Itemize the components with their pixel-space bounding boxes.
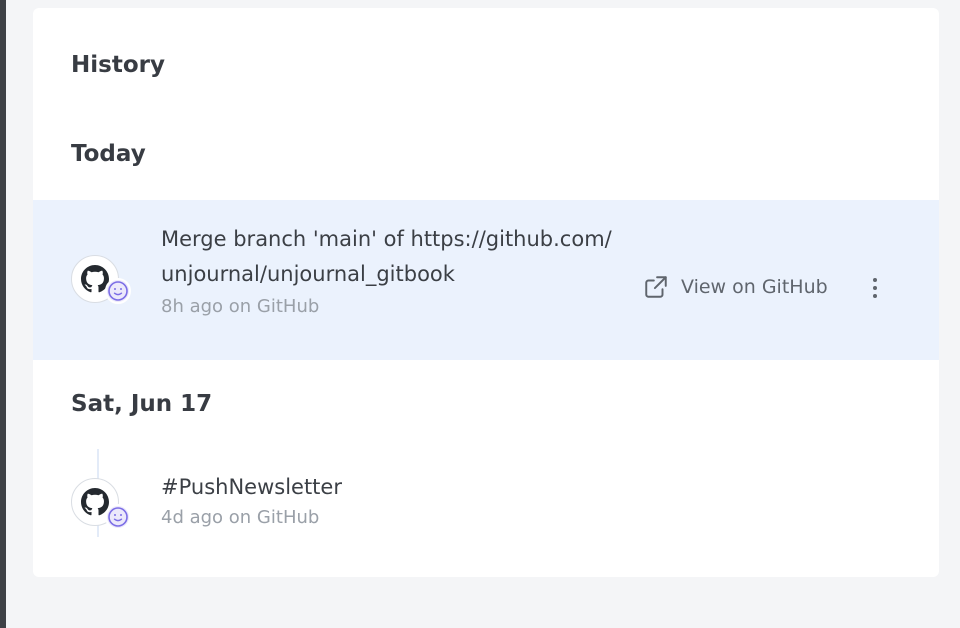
entry-content: Merge branch 'main' of https://github.co… [161,222,613,320]
commit-meta: 8h ago on GitHub [161,296,320,317]
more-options-icon[interactable] [865,274,885,302]
entry-content: #PushNewsletter 4d ago on GitHub [161,470,613,531]
history-title: History [71,52,165,78]
history-entry[interactable]: Merge branch 'main' of https://github.co… [33,200,939,360]
external-link-icon [645,276,667,298]
view-on-github-link[interactable]: View on GitHub [643,274,828,300]
day-header-today: Today [71,141,146,167]
day-header-sat-jun-17: Sat, Jun 17 [71,391,213,417]
smiley-icon [108,507,128,527]
user-badge [105,504,131,530]
view-on-github-label: View on GitHub [681,276,828,298]
history-entry[interactable]: #PushNewsletter 4d ago on GitHub [33,449,939,541]
history-panel: History Today Merge branch 'main' of htt… [33,8,939,577]
left-edge-backdrop [0,0,6,628]
commit-message: #PushNewsletter [161,475,342,499]
commit-message: Merge branch 'main' of https://github.co… [161,227,612,286]
smiley-icon [108,281,128,301]
user-badge [105,278,131,304]
commit-meta: 4d ago on GitHub [161,507,320,528]
